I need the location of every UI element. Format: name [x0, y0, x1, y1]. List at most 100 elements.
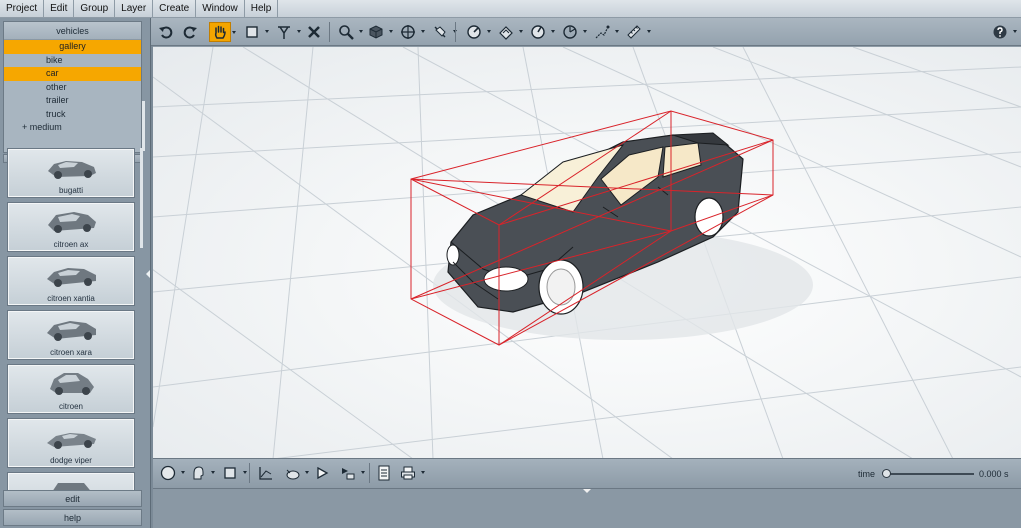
tree-scrollbar[interactable]	[142, 101, 145, 151]
car-thumbnail-icon	[48, 212, 96, 233]
chevron-down-icon[interactable]	[265, 30, 269, 33]
bottom-toolbar: time 0.000 s	[153, 458, 1021, 488]
chevron-down-icon[interactable]	[421, 471, 425, 474]
gauge-icon[interactable]	[463, 22, 491, 42]
sphere-view-icon[interactable]	[157, 463, 185, 483]
camera-path-icon[interactable]	[281, 463, 309, 483]
chevron-down-icon[interactable]	[359, 30, 363, 33]
menu-create[interactable]: Create	[153, 0, 197, 17]
light-icon[interactable]	[429, 22, 457, 42]
chevron-down-icon[interactable]	[1013, 30, 1017, 33]
zoom-icon[interactable]	[335, 22, 363, 42]
chevron-down-icon[interactable]	[421, 30, 425, 33]
graph-icon[interactable]	[255, 463, 277, 483]
chevron-down-icon[interactable]	[487, 30, 491, 33]
angle-icon[interactable]	[559, 22, 587, 42]
thumbnail-label: bugatti	[58, 186, 84, 195]
chevron-down-icon[interactable]	[551, 30, 555, 33]
time-value: 0.000 s	[979, 469, 1009, 479]
car-thumbnail-icon	[52, 483, 91, 491]
tree-item-car[interactable]: car	[4, 67, 141, 81]
tree-root-vehicles[interactable]: vehicles	[4, 22, 141, 40]
delete-icon[interactable]	[303, 22, 325, 42]
tree-item-gallery[interactable]: gallery	[4, 40, 141, 54]
menu-edit[interactable]: Edit	[44, 0, 75, 17]
thumbnail-citroen-ax[interactable]: citroen ax	[7, 202, 135, 252]
print-icon[interactable]	[397, 463, 425, 483]
time-slider-track[interactable]	[886, 473, 974, 475]
tree-item-truck[interactable]: truck	[4, 108, 141, 122]
library-panel: vehicles gallery bike car other trailer …	[0, 18, 151, 528]
cube-view-icon[interactable]	[365, 22, 393, 42]
thumbnail-bugatti[interactable]: bugatti	[7, 148, 135, 198]
menu-project[interactable]: Project	[0, 0, 45, 17]
measure-icon[interactable]	[527, 22, 555, 42]
chevron-down-icon[interactable]	[297, 30, 301, 33]
path-icon[interactable]	[591, 22, 619, 42]
edit-button[interactable]: edit	[3, 490, 142, 507]
select-rect-icon[interactable]	[241, 22, 269, 42]
move-icon[interactable]	[273, 22, 301, 42]
chevron-down-icon[interactable]	[232, 31, 236, 34]
thumbnail-citroen-xara[interactable]: citroen xara	[7, 310, 135, 360]
chevron-down-icon[interactable]	[243, 471, 247, 474]
chevron-down-icon[interactable]	[211, 471, 215, 474]
play-icon[interactable]	[311, 463, 333, 483]
app-window: Project Edit Group Layer Create Window H…	[0, 0, 1021, 528]
thumbnail-label: citroen ax	[53, 240, 89, 249]
3d-viewport[interactable]	[153, 46, 1021, 458]
chevron-down-icon[interactable]	[305, 471, 309, 474]
chevron-down-icon[interactable]	[519, 30, 523, 33]
undo-icon[interactable]	[155, 22, 177, 42]
chevron-down-icon[interactable]	[583, 30, 587, 33]
sequence-icon[interactable]	[337, 463, 365, 483]
pan-hand-icon[interactable]	[209, 22, 236, 42]
tree-item-other[interactable]: other	[4, 81, 141, 95]
time-label: time	[858, 469, 876, 479]
status-panel	[153, 488, 1021, 528]
category-tree: vehicles gallery bike car other trailer …	[3, 21, 145, 153]
tree-item-medium[interactable]: + medium	[4, 121, 141, 135]
car-thumbnail-icon	[47, 321, 96, 341]
thumbnail-dodge-viper[interactable]: dodge viper	[7, 418, 135, 468]
chevron-down-icon[interactable]	[389, 30, 393, 33]
chevron-down-icon[interactable]	[647, 30, 651, 33]
car-thumbnail-icon	[47, 433, 96, 449]
chevron-down-icon[interactable]	[361, 471, 365, 474]
time-slider-knob[interactable]	[882, 469, 891, 478]
material-icon[interactable]	[495, 22, 523, 42]
toolbar-separator	[329, 22, 330, 42]
car-thumbnail-icon	[47, 268, 96, 287]
toolbar-separator	[369, 463, 370, 483]
head-icon[interactable]	[187, 463, 215, 483]
thumbnail-label: citroen xantia	[47, 294, 95, 303]
chevron-down-icon[interactable]	[615, 30, 619, 33]
toolbar-separator	[249, 463, 250, 483]
help-icon[interactable]	[989, 22, 1017, 42]
frame-icon[interactable]	[219, 463, 247, 483]
scene-canvas	[153, 47, 1021, 458]
thumbnail-label: dodge viper	[50, 456, 92, 465]
ruler-icon[interactable]	[623, 22, 651, 42]
document-icon[interactable]	[373, 463, 395, 483]
tree-item-bike[interactable]: bike	[4, 54, 141, 68]
tree-item-trailer[interactable]: trailer	[4, 94, 141, 108]
collapse-left-icon[interactable]	[146, 270, 150, 278]
toolbar-separator	[455, 22, 456, 42]
chevron-down-icon[interactable]	[181, 471, 185, 474]
orbit-icon[interactable]	[397, 22, 425, 42]
thumbnail-partial[interactable]	[7, 472, 135, 491]
thumbnail-citroen[interactable]: citroen	[7, 364, 135, 414]
thumbnail-citroen-xantia[interactable]: citroen xantia	[7, 256, 135, 306]
menu-group[interactable]: Group	[74, 0, 116, 17]
thumbnail-scrollbar[interactable]	[140, 148, 143, 248]
menu-bar: Project Edit Group Layer Create Window H…	[0, 0, 1021, 18]
menu-window[interactable]: Window	[196, 0, 245, 17]
redo-icon[interactable]	[179, 22, 201, 42]
thumbnail-label: citroen	[58, 402, 83, 411]
help-button[interactable]: help	[3, 509, 142, 526]
menu-layer[interactable]: Layer	[115, 0, 154, 17]
expand-down-icon[interactable]	[583, 489, 591, 493]
thumbnail-label: citroen xara	[50, 348, 92, 357]
menu-help[interactable]: Help	[245, 0, 279, 17]
